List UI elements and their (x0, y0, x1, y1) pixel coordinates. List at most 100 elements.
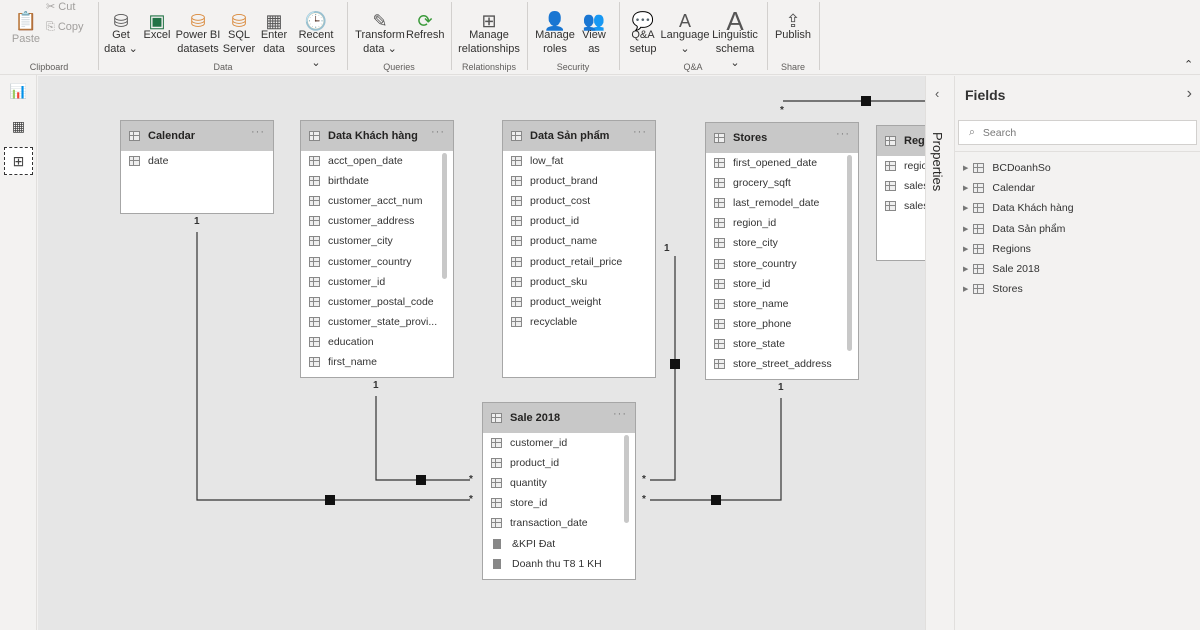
expand-arrow-icon[interactable]: ▶ (963, 164, 968, 172)
table-card-calendar[interactable]: Calendar ··· date (120, 120, 274, 214)
model-canvas[interactable]: 1 1 1 1 * * * * * Calendar ··· date Data … (38, 76, 925, 630)
fields-table-item[interactable]: ▶ Sale 2018 (963, 263, 1040, 275)
search-input[interactable]: ⌕ Search (958, 120, 1197, 145)
field-row[interactable]: customer_address (301, 211, 453, 231)
collapse-ribbon-icon[interactable]: ⌃ (1184, 58, 1193, 72)
rel-khachhang-sale[interactable] (375, 396, 470, 481)
properties-pane-collapsed[interactable]: ‹ Properties (925, 76, 955, 630)
table-card-stores[interactable]: Stores ··· first_opened_date grocery_sqft l… (705, 122, 859, 380)
more-options-icon[interactable]: ··· (836, 128, 850, 140)
powerbi-datasets-button[interactable]: ⛁ Power BI datasets (175, 0, 221, 56)
field-row[interactable]: date (121, 151, 273, 171)
expand-arrow-icon[interactable]: ▶ (963, 184, 968, 192)
sql-server-button[interactable]: ⛁ SQL Server (222, 0, 256, 56)
field-row[interactable]: store_phone (706, 314, 858, 334)
copy-button[interactable]: ⎘ Copy (46, 20, 94, 34)
field-row[interactable]: store_country (706, 253, 858, 273)
field-row[interactable]: product_weight (503, 292, 655, 312)
expand-arrow-icon[interactable]: ▶ (963, 245, 968, 253)
scrollbar[interactable] (442, 153, 447, 279)
field-row[interactable]: product_brand (503, 171, 655, 191)
chevron-right-icon[interactable]: › (1187, 85, 1192, 103)
field-row[interactable]: recyclable (503, 312, 655, 332)
refresh-button[interactable]: ⟳ Refresh (406, 0, 445, 42)
field-row[interactable]: product_sku (503, 272, 655, 292)
table-card-data-san-pham[interactable]: Data Sản phẩm ··· low_fat product_brand pro… (502, 120, 656, 378)
field-row[interactable]: store_name (706, 294, 858, 314)
transform-data-button[interactable]: ✎ Transform data ⌄ (354, 0, 406, 56)
field-row[interactable]: customer_postal_code (301, 292, 453, 312)
more-options-icon[interactable]: ··· (251, 126, 265, 138)
field-row[interactable]: sales_ (877, 176, 925, 196)
table-card-regions[interactable]: Regi regiosales_sales_ (876, 125, 925, 261)
field-row[interactable]: region_id (706, 213, 858, 233)
field-row[interactable]: product_retail_price (503, 251, 655, 271)
rel-stores-sale[interactable] (650, 398, 782, 501)
expand-arrow-icon[interactable]: ▶ (963, 265, 968, 273)
qa-setup-button[interactable]: 💬 Q&A setup (626, 0, 660, 56)
publish-button[interactable]: ⇪ Publish (772, 0, 814, 42)
field-row[interactable]: education (301, 332, 453, 352)
table-card-data-khach-hang[interactable]: Data Khách hàng ··· acct_open_date birthda… (300, 120, 454, 378)
fields-table-item[interactable]: ▶ Stores (963, 283, 1023, 295)
expand-arrow-icon[interactable]: ▶ (963, 285, 968, 293)
field-row[interactable]: customer_state_provi... (301, 312, 453, 332)
enter-data-button[interactable]: ▦ Enter data (258, 0, 290, 56)
view-as-button[interactable]: 👥 View as (580, 0, 608, 56)
field-row[interactable]: store_city (706, 233, 858, 253)
recent-sources-button[interactable]: 🕒 Recent sources ⌄ (292, 0, 340, 70)
field-row[interactable]: store_id (483, 493, 635, 513)
fields-table-item[interactable]: ▶ Calendar (963, 182, 1035, 194)
field-row[interactable]: product_id (483, 453, 635, 473)
manage-roles-button[interactable]: 👤 Manage roles (533, 0, 577, 56)
field-row[interactable]: product_cost (503, 191, 655, 211)
report-view-icon[interactable]: 📊 (4, 77, 33, 105)
field-row[interactable]: low_fat (503, 151, 655, 171)
scrollbar[interactable] (624, 435, 629, 523)
field-row[interactable]: first_opened_date (706, 153, 858, 173)
field-row[interactable]: regio (877, 156, 925, 176)
scrollbar[interactable] (847, 155, 852, 351)
data-view-icon[interactable]: ▦ (4, 112, 33, 140)
excel-button[interactable]: ▣ Excel (142, 0, 172, 42)
field-row[interactable]: Doanh thu T8 1 KH (483, 554, 635, 574)
field-row[interactable]: store_state (706, 334, 858, 354)
language-button[interactable]: A Language ⌄ (660, 0, 710, 56)
field-row[interactable]: quantity (483, 473, 635, 493)
field-row[interactable]: product_name (503, 231, 655, 251)
expand-arrow-icon[interactable]: ▶ (963, 204, 968, 212)
fields-table-item[interactable]: ▶ Data Khách hàng (963, 202, 1074, 214)
model-view-icon[interactable]: ⊞ (4, 147, 33, 175)
field-row[interactable]: store_id (706, 274, 858, 294)
properties-label[interactable]: Properties (930, 132, 945, 191)
field-row[interactable]: &KPI Đat (483, 533, 635, 553)
field-row[interactable]: first_name (301, 352, 453, 372)
field-row[interactable]: sales_ (877, 196, 925, 216)
field-row[interactable]: product_id (503, 211, 655, 231)
manage-relationships-button[interactable]: ⊞ Manage relationships (455, 0, 523, 56)
cut-button[interactable]: ✂ Cut (46, 0, 90, 14)
field-row[interactable]: transaction_date (483, 513, 635, 533)
field-row[interactable]: customer_city (301, 231, 453, 251)
fields-table-item[interactable]: ▶ Data Sản phẩm (963, 223, 1065, 235)
field-row[interactable]: birthdate (301, 171, 453, 191)
field-row[interactable]: customer_acct_num (301, 191, 453, 211)
more-options-icon[interactable]: ··· (613, 408, 627, 420)
more-options-icon[interactable]: ··· (431, 126, 445, 138)
field-row[interactable]: customer_country (301, 251, 453, 271)
field-row[interactable]: grocery_sqft (706, 173, 858, 193)
field-row[interactable]: customer_id (301, 272, 453, 292)
table-card-sale-2018[interactable]: Sale 2018 ··· customer_id product_id quanti… (482, 402, 636, 580)
field-row[interactable]: last_remodel_date (706, 193, 858, 213)
more-options-icon[interactable]: ··· (633, 126, 647, 138)
field-row[interactable]: acct_open_date (301, 151, 453, 171)
chevron-left-icon[interactable]: ‹ (935, 86, 939, 101)
fields-table-item[interactable]: ▶ BCDoanhSo (963, 162, 1051, 174)
field-row[interactable]: customer_id (483, 433, 635, 453)
linguistic-schema-button[interactable]: A Linguistic schema ⌄ (710, 0, 760, 70)
paste-button[interactable]: 📋 Paste (8, 0, 44, 46)
expand-arrow-icon[interactable]: ▶ (963, 225, 968, 233)
field-row[interactable]: store_street_address (706, 354, 858, 374)
get-data-button[interactable]: ⛁ Get data ⌄ (104, 0, 138, 56)
fields-table-item[interactable]: ▶ Regions (963, 243, 1031, 255)
